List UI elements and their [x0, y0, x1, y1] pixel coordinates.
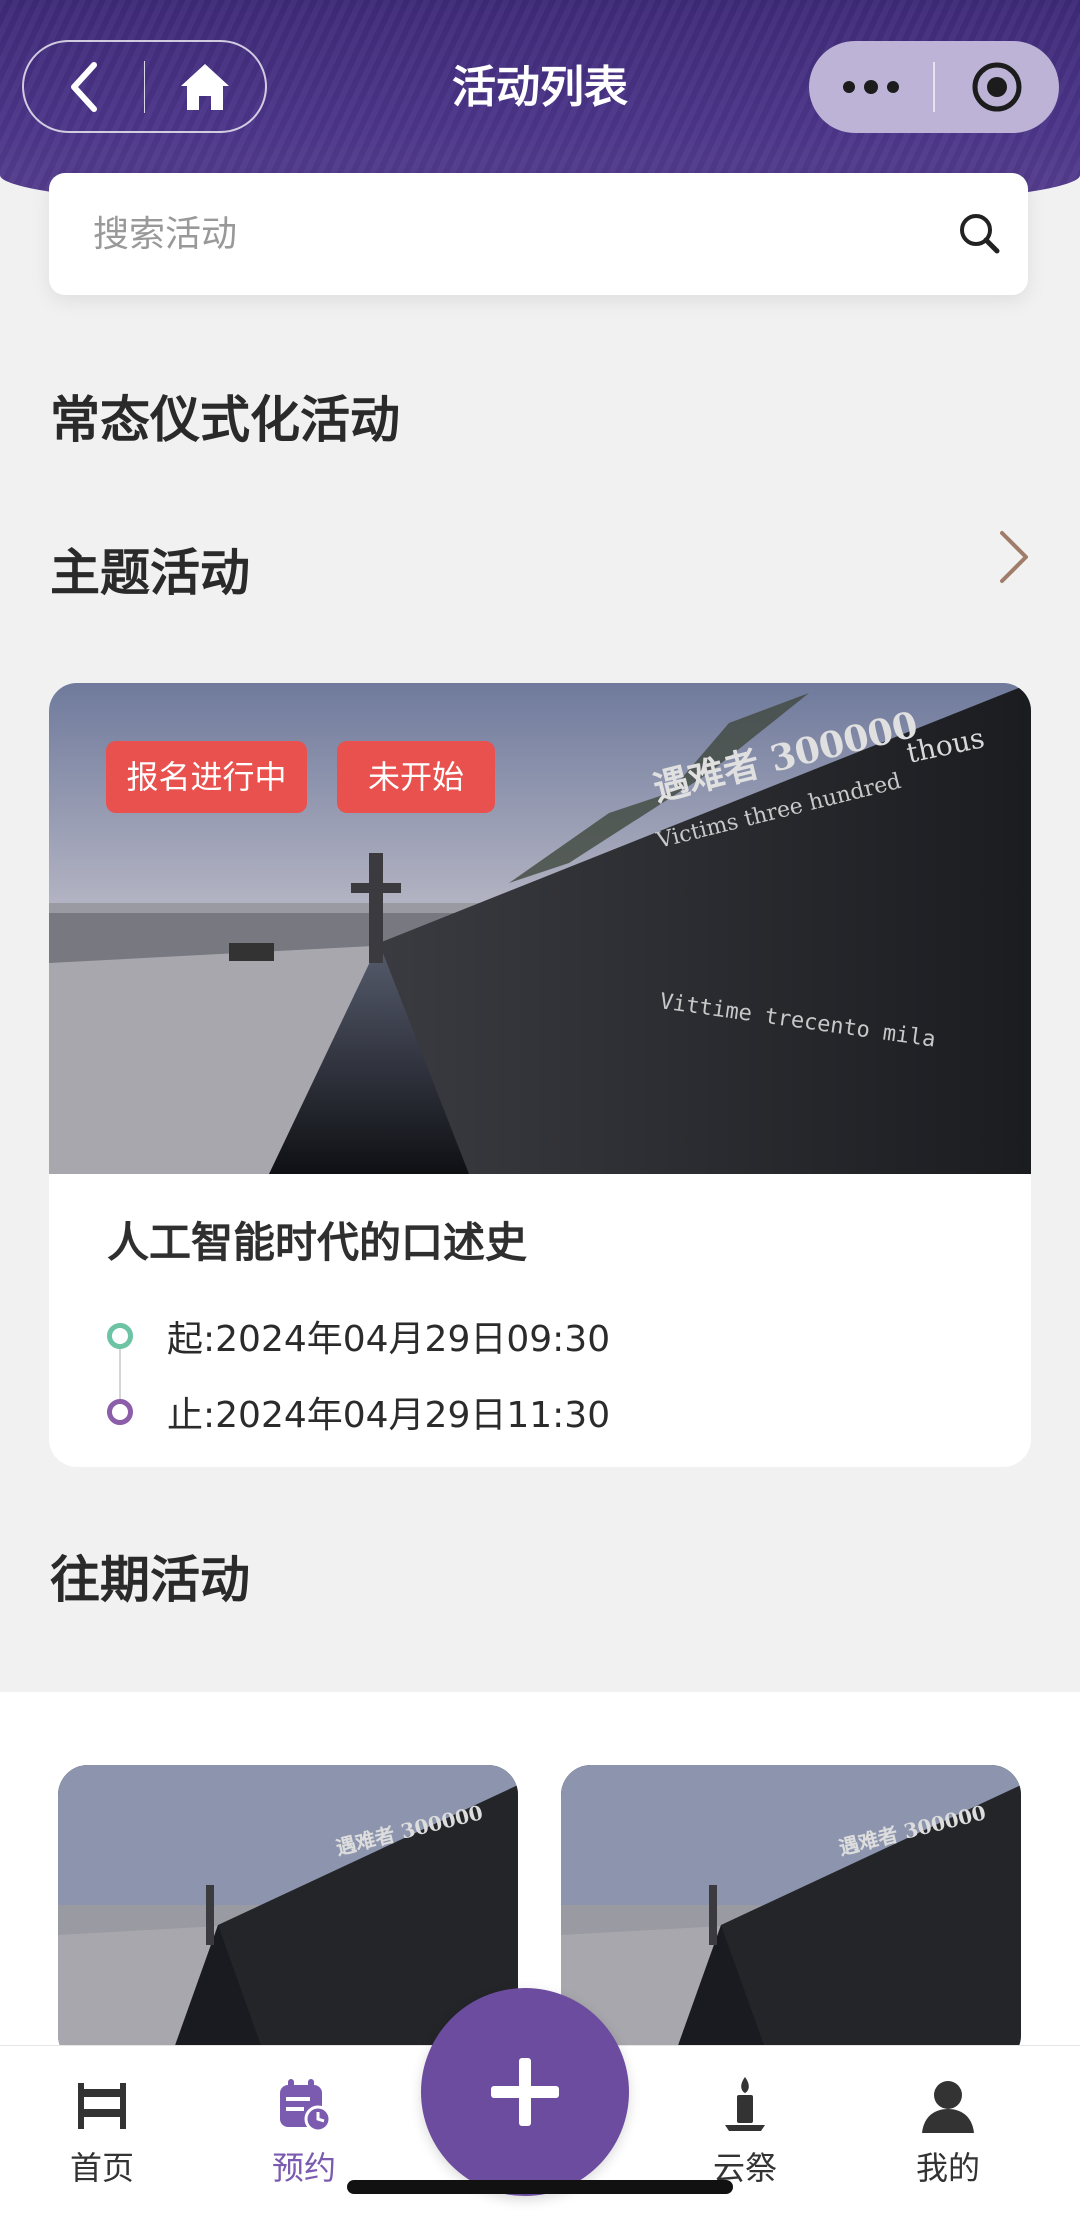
tab-profile[interactable]: 我的: [878, 2075, 1018, 2191]
tab-home[interactable]: 首页: [32, 2075, 172, 2191]
section-title-past: 往期活动: [50, 1551, 250, 1609]
past-activity-card[interactable]: 遇难者 300000: [561, 1765, 1021, 2065]
start-dot-icon: [107, 1323, 133, 1349]
back-button[interactable]: [24, 42, 144, 131]
start-time: 起:2024年04月29日09:30: [167, 1319, 611, 1360]
nav-capsule: [22, 40, 267, 133]
status-badge-registration: 报名进行中: [106, 741, 307, 813]
search-input[interactable]: [93, 203, 913, 265]
page-title: 活动列表: [452, 62, 628, 113]
activity-title: 人工智能时代的口述史: [107, 1218, 528, 1267]
back-icon: [70, 61, 97, 112]
home-indicator: [347, 2180, 733, 2194]
home-icon: [181, 63, 230, 110]
tab-label: 首页: [69, 2149, 134, 2187]
more-dots-icon: [843, 80, 899, 94]
tab-cloud-memorial[interactable]: 云祭: [675, 2075, 815, 2191]
calendar-icon: [280, 2079, 332, 2133]
chevron-right-icon[interactable]: [994, 527, 1034, 587]
add-button[interactable]: [421, 1988, 629, 2196]
search-bar: [49, 173, 1028, 295]
feature-activity-card[interactable]: 遇难者 300000 Victims three hundred thous V…: [49, 683, 1031, 1467]
start-time-row: 起:2024年04月29日09:30: [107, 1310, 610, 1362]
user-icon: [922, 2081, 974, 2133]
candle-icon: [725, 2077, 765, 2131]
end-time: 止:2024年04月29日11:30: [167, 1395, 611, 1436]
tab-booking[interactable]: 预约: [234, 2075, 374, 2191]
section-title-regular[interactable]: 常态仪式化活动: [50, 385, 400, 455]
end-dot-icon: [107, 1399, 133, 1425]
miniprogram-capsule: [809, 41, 1059, 133]
home-button[interactable]: [145, 42, 265, 131]
more-button[interactable]: [809, 41, 933, 133]
memorial-thumbnail: 遇难者 300000: [561, 1765, 1021, 2065]
target-circle-icon: [972, 62, 1022, 112]
plus-icon: [491, 2058, 559, 2126]
end-time-row: 止:2024年04月29日11:30: [107, 1386, 610, 1438]
status-badge-not-started: 未开始: [337, 741, 495, 813]
home-icon: [78, 2083, 126, 2129]
section-title-theme: 主题活动: [50, 544, 250, 602]
tab-label: 我的: [915, 2149, 980, 2187]
close-miniprogram-button[interactable]: [935, 41, 1059, 133]
search-icon[interactable]: [955, 209, 1005, 259]
